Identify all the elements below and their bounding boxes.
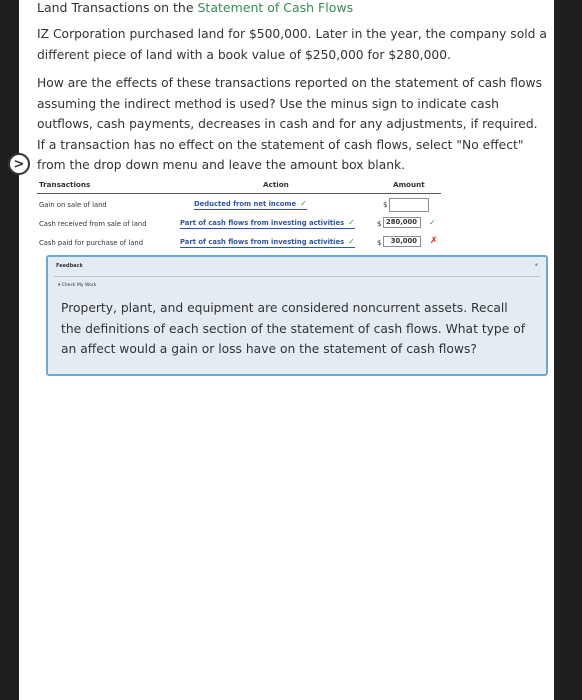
- check-icon: ✓: [348, 237, 355, 246]
- currency-symbol: $: [377, 220, 382, 228]
- question-paragraph-2: How are the effects of these transaction…: [37, 76, 542, 172]
- header-transactions: Transactions: [39, 180, 91, 189]
- row-label-cash-received: Cash received from sale of land: [39, 220, 147, 228]
- left-edge: [0, 0, 19, 700]
- collapse-icon[interactable]: *: [535, 262, 539, 270]
- currency-symbol: $: [383, 201, 388, 209]
- header-amount: Amount: [393, 180, 425, 189]
- action-label: Deducted from net income: [194, 200, 297, 208]
- check-icon: ✓: [348, 218, 355, 227]
- action-label: Part of cash flows from investing activi…: [180, 219, 345, 227]
- action-dropdown-cash-paid[interactable]: Part of cash flows from investing activi…: [180, 237, 355, 248]
- question-paragraph-1: IZ Corporation purchased land for $500,0…: [37, 27, 547, 62]
- title-prefix: Land Transactions on the: [37, 0, 198, 15]
- amount-input-gain[interactable]: [389, 198, 429, 212]
- check-my-work-toggle[interactable]: ▾ Check My Work: [58, 283, 96, 288]
- feedback-panel: Feedback * ▾ Check My Work Property, pla…: [46, 255, 548, 376]
- title-link[interactable]: Statement of Cash Flows: [197, 0, 353, 15]
- page-title: Land Transactions on the Statement of Ca…: [37, 0, 353, 16]
- action-label: Part of cash flows from investing activi…: [180, 238, 345, 246]
- check-icon: ✓: [429, 218, 436, 227]
- chevron-right-icon[interactable]: >: [8, 153, 30, 175]
- amount-input-cash-paid[interactable]: 30,000: [383, 236, 421, 247]
- feedback-heading: Feedback: [56, 263, 83, 269]
- x-mark-icon: ✗: [430, 236, 438, 246]
- header-action: Action: [263, 180, 289, 189]
- row-label-gain: Gain on sale of land: [39, 201, 107, 209]
- check-icon: ✓: [300, 199, 307, 208]
- feedback-divider: [54, 276, 540, 277]
- row-label-cash-paid: Cash paid for purchase of land: [39, 239, 144, 247]
- right-edge: [554, 0, 582, 700]
- question-page: Land Transactions on the Statement of Ca…: [8, 0, 554, 700]
- feedback-text: Property, plant, and equipment are consi…: [61, 301, 526, 356]
- amount-input-cash-received[interactable]: 280,000: [383, 217, 421, 228]
- action-dropdown-cash-received[interactable]: Part of cash flows from investing activi…: [180, 218, 355, 229]
- currency-symbol: $: [377, 239, 382, 247]
- action-dropdown-gain[interactable]: Deducted from net income ✓: [194, 199, 307, 210]
- header-divider: [37, 193, 441, 194]
